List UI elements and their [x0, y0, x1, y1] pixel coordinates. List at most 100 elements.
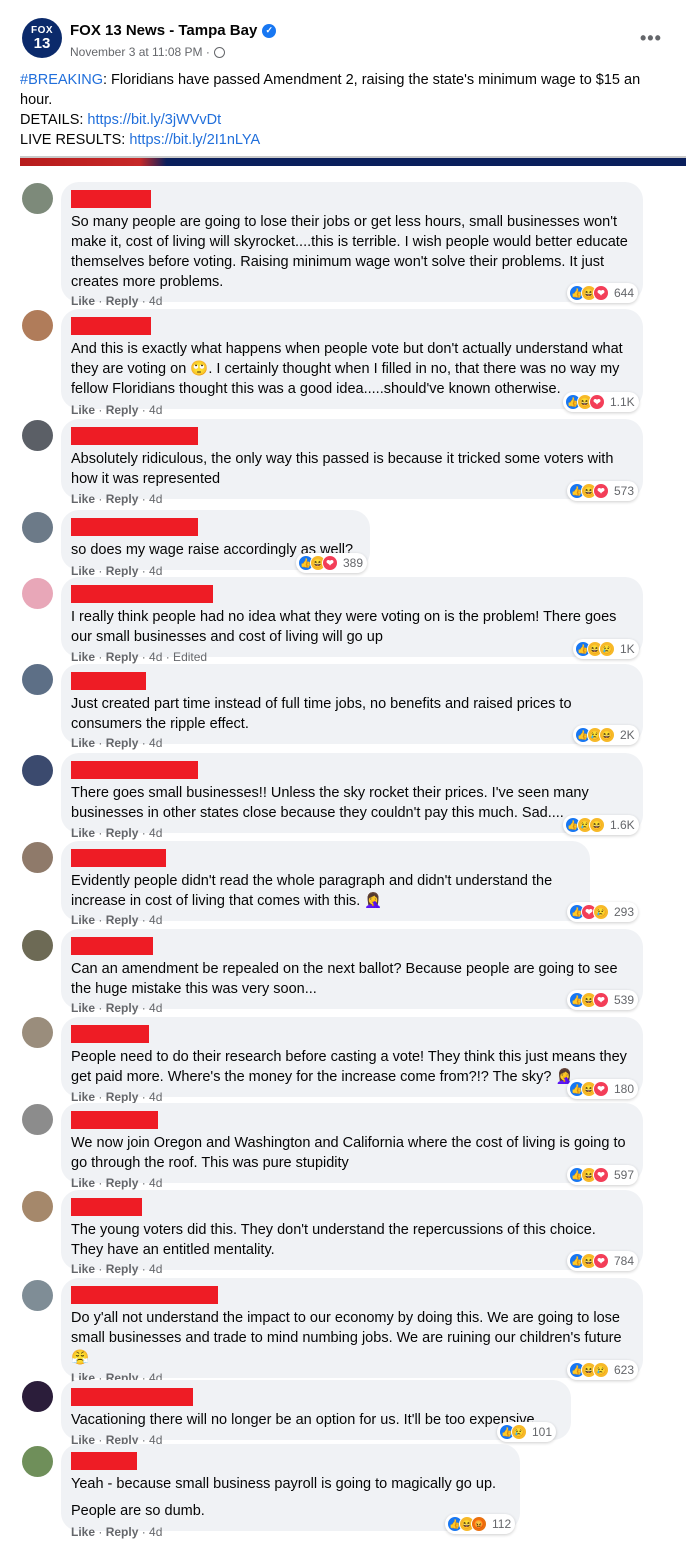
reply-button[interactable]: Reply: [106, 736, 139, 750]
redacted-author-name[interactable]: [71, 518, 198, 536]
reply-button[interactable]: Reply: [106, 1262, 139, 1276]
redacted-author-name[interactable]: [71, 1111, 158, 1129]
reaction-summary[interactable]: 👍 😆 😢 1K: [573, 639, 639, 659]
comment-timestamp[interactable]: 4d: [149, 1525, 162, 1539]
commenter-avatar[interactable]: [22, 1017, 53, 1048]
reaction-summary[interactable]: 👍 😢 😆 1.6K: [563, 815, 639, 835]
reply-button[interactable]: Reply: [106, 826, 139, 840]
love-reaction-icon: ❤: [593, 1253, 609, 1269]
commenter-avatar[interactable]: [22, 930, 53, 961]
comment-timestamp[interactable]: 4d: [149, 403, 162, 417]
commenter-avatar[interactable]: [22, 578, 53, 609]
like-button[interactable]: Like: [71, 1525, 95, 1539]
like-button[interactable]: Like: [71, 650, 95, 664]
reaction-summary[interactable]: 👍 😆 ❤ 597: [567, 1165, 639, 1185]
comment-timestamp[interactable]: 4d · Edited: [149, 650, 207, 664]
comment-timestamp[interactable]: 4d: [149, 1090, 162, 1104]
post-timestamp[interactable]: November 3 at 11:08 PM ·: [70, 45, 210, 59]
details-link[interactable]: https://bit.ly/3jWVvDt: [87, 112, 221, 128]
reaction-summary[interactable]: 👍 😆 ❤ 1.1K: [563, 392, 639, 412]
commenter-avatar[interactable]: [22, 1191, 53, 1222]
reaction-summary[interactable]: 👍 😆 😢 623: [567, 1360, 639, 1380]
comment-timestamp[interactable]: 4d: [149, 1262, 162, 1276]
reply-button[interactable]: Reply: [106, 650, 139, 664]
reaction-summary[interactable]: 👍 😆 ❤ 644: [567, 283, 639, 303]
reaction-summary[interactable]: 👍 😆 ❤ 784: [567, 1251, 639, 1271]
reply-button[interactable]: Reply: [106, 1525, 139, 1539]
reply-button[interactable]: Reply: [106, 1090, 139, 1104]
redacted-author-name[interactable]: [71, 1388, 193, 1406]
reply-button[interactable]: Reply: [106, 403, 139, 417]
like-button[interactable]: Like: [71, 1262, 95, 1276]
comment-timestamp[interactable]: 4d: [149, 826, 162, 840]
like-button[interactable]: Like: [71, 564, 95, 578]
reply-button[interactable]: Reply: [106, 492, 139, 506]
comment-timestamp[interactable]: 4d: [149, 736, 162, 750]
reaction-summary[interactable]: 👍 😆 ❤ 573: [567, 481, 639, 501]
separator: ·: [95, 294, 106, 308]
redacted-author-name[interactable]: [71, 585, 213, 603]
commenter-avatar[interactable]: [22, 512, 53, 543]
separator: ·: [138, 1090, 150, 1104]
comment-text-line: Yeah - because small business payroll is…: [71, 1476, 497, 1492]
reply-button[interactable]: Reply: [106, 564, 139, 578]
comment-timestamp[interactable]: 4d: [149, 913, 162, 927]
commenter-avatar[interactable]: [22, 310, 53, 341]
like-button[interactable]: Like: [71, 294, 95, 308]
commenter-avatar[interactable]: [22, 183, 53, 214]
page-name[interactable]: FOX 13 News - Tampa Bay ✓: [70, 22, 277, 39]
redacted-author-name[interactable]: [71, 1286, 218, 1304]
more-options-icon[interactable]: •••: [640, 28, 662, 49]
comment-text: Yeah - because small business payroll is…: [71, 1474, 508, 1521]
comment-timestamp[interactable]: 4d: [149, 492, 162, 506]
reaction-summary[interactable]: 👍 😢 101: [497, 1422, 557, 1442]
results-link[interactable]: https://bit.ly/2I1nLYA: [129, 132, 260, 148]
reaction-summary[interactable]: 👍 😆 ❤ 180: [567, 1079, 639, 1099]
reaction-summary[interactable]: 👍 😆 ❤ 389: [296, 553, 368, 573]
separator: ·: [138, 1525, 150, 1539]
page-name-text[interactable]: FOX 13 News - Tampa Bay: [70, 22, 257, 39]
reply-button[interactable]: Reply: [106, 294, 139, 308]
commenter-avatar[interactable]: [22, 1446, 53, 1477]
commenter-avatar[interactable]: [22, 1280, 53, 1311]
like-button[interactable]: Like: [71, 492, 95, 506]
redacted-author-name[interactable]: [71, 672, 146, 690]
hashtag-link[interactable]: #BREAKING: [20, 72, 103, 88]
redacted-author-name[interactable]: [71, 937, 153, 955]
commenter-avatar[interactable]: [22, 1381, 53, 1412]
like-button[interactable]: Like: [71, 913, 95, 927]
reply-button[interactable]: Reply: [106, 1176, 139, 1190]
redacted-author-name[interactable]: [71, 1198, 142, 1216]
comment-timestamp[interactable]: 4d: [149, 1001, 162, 1015]
commenter-avatar[interactable]: [22, 1104, 53, 1135]
redacted-author-name[interactable]: [71, 761, 198, 779]
redacted-author-name[interactable]: [71, 317, 151, 335]
link-preview-image[interactable]: [20, 156, 686, 166]
comment-timestamp[interactable]: 4d: [149, 564, 162, 578]
reaction-summary[interactable]: 👍 😆 ❤ 539: [567, 990, 639, 1010]
redacted-author-name[interactable]: [71, 190, 151, 208]
redacted-author-name[interactable]: [71, 427, 198, 445]
separator: ·: [95, 1176, 106, 1190]
commenter-avatar[interactable]: [22, 664, 53, 695]
redacted-author-name[interactable]: [71, 1025, 149, 1043]
commenter-avatar[interactable]: [22, 842, 53, 873]
comment-timestamp[interactable]: 4d: [149, 294, 162, 308]
reaction-summary[interactable]: 👍 ❤ 😢 293: [567, 902, 639, 922]
reaction-summary[interactable]: 👍 😢 😆 2K: [573, 725, 639, 745]
like-button[interactable]: Like: [71, 1090, 95, 1104]
redacted-author-name[interactable]: [71, 1452, 137, 1470]
like-button[interactable]: Like: [71, 826, 95, 840]
reaction-summary[interactable]: 👍 😆 😡 112: [445, 1514, 516, 1534]
commenter-avatar[interactable]: [22, 755, 53, 786]
redacted-author-name[interactable]: [71, 849, 166, 867]
comment-timestamp[interactable]: 4d: [149, 1176, 162, 1190]
reply-button[interactable]: Reply: [106, 913, 139, 927]
like-button[interactable]: Like: [71, 736, 95, 750]
like-button[interactable]: Like: [71, 403, 95, 417]
like-button[interactable]: Like: [71, 1176, 95, 1190]
reply-button[interactable]: Reply: [106, 1001, 139, 1015]
commenter-avatar[interactable]: [22, 420, 53, 451]
page-logo[interactable]: FOX 13: [22, 18, 62, 58]
like-button[interactable]: Like: [71, 1001, 95, 1015]
